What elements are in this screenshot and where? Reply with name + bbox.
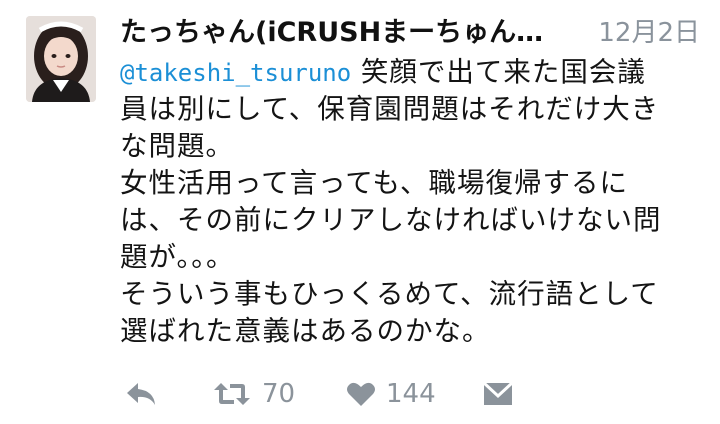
envelope-icon [482, 381, 514, 405]
heart-icon [347, 382, 375, 406]
avatar[interactable] [26, 16, 96, 102]
avatar-image [26, 16, 96, 102]
tweet-text-line: そういう事もひっくるめて、流行語として [120, 278, 659, 310]
tweet-header: たっちゃん(iCRUSHまーちゅんT… 12月2日 [120, 14, 700, 54]
retweet-icon [214, 383, 250, 405]
tweet-text-line: 題が。。。 [120, 241, 235, 273]
tweet-card[interactable]: たっちゃん(iCRUSHまーちゅんT… 12月2日 @takeshi_tsuru… [0, 0, 720, 424]
tweet-text-line: 女性活用って言っても、職場復帰するに [120, 167, 629, 199]
tweet-text-line: @takeshi_tsuruno 笑顔で出て来た国会議 [120, 54, 700, 91]
tweet-text: @takeshi_tsuruno 笑顔で出て来た国会議 員は別にして、保育園問題… [120, 54, 700, 350]
display-name[interactable]: たっちゃん(iCRUSHまーちゅんT… [120, 14, 550, 52]
tweet-text-line: 選ばれた意義はあるのかな。 [120, 315, 491, 347]
reply-icon [127, 383, 155, 405]
tweet-text-segment: 笑顔で出て来た国会議 [351, 56, 646, 88]
mention-link[interactable]: @takeshi_tsuruno [120, 59, 351, 87]
direct-message-button[interactable] [482, 372, 514, 416]
tweet-actions: 70 144 [120, 372, 540, 416]
reply-button[interactable] [124, 372, 158, 416]
like-button[interactable]: 144 [346, 372, 436, 416]
tweet-text-line: な問題。 [120, 130, 234, 162]
timestamp[interactable]: 12月2日 [598, 14, 700, 52]
tweet-text-line: は、その前にクリアしなければいけない問 [120, 204, 662, 236]
tweet-text-line: 員は別にして、保育園問題はそれだけ大き [120, 93, 660, 125]
like-count: 144 [386, 379, 436, 409]
retweet-count: 70 [262, 379, 296, 409]
retweet-button[interactable]: 70 [212, 372, 295, 416]
